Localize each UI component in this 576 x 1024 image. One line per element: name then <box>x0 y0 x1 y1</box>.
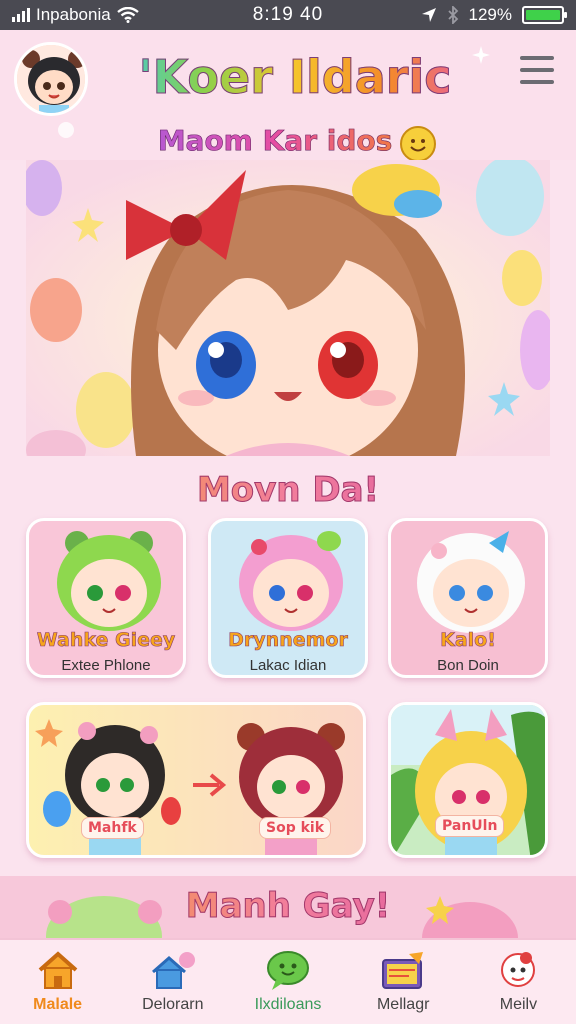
tab-chat[interactable]: Ilxdiloans <box>230 940 345 1024</box>
card-tag-left: Mahfk <box>81 817 144 839</box>
card-subtitle: Lakac Idian <box>249 657 327 674</box>
chat-bubble-icon <box>267 951 309 990</box>
section-title-2: Manh Gay! <box>0 886 576 927</box>
battery-icon <box>522 6 567 24</box>
hero-banner[interactable] <box>26 160 550 456</box>
character-portrait <box>239 531 343 631</box>
bottom-tab-bar: Malale Delorarn Ilxdiloans Mellagr Meilv <box>0 938 576 1024</box>
character-card-1[interactable]: Wahke Gieey Extee Phlone <box>26 518 186 678</box>
card-name: Wahke Gieey <box>36 629 176 652</box>
bubble-dot <box>58 122 74 138</box>
section-title-1: Movn Da! <box>0 470 576 511</box>
battery-percent: 129% <box>468 5 512 24</box>
tab-explore[interactable]: Delorarn <box>115 940 230 1024</box>
character-icon <box>501 952 536 987</box>
sparkle-icon <box>472 46 490 64</box>
tab-label: Malale <box>33 996 83 1013</box>
character-card-3[interactable]: Kalo! Bon Doin <box>388 518 548 678</box>
card-name: Kalo! <box>440 629 496 652</box>
tab-profile[interactable]: Meilv <box>461 940 576 1024</box>
house-chat-icon <box>151 952 195 989</box>
tab-home[interactable]: Malale <box>0 940 115 1024</box>
app-subtitle: Maom Kar idos <box>140 124 410 158</box>
hero-character-illustration <box>26 160 550 456</box>
app-title: 'Koer Ildaric <box>110 50 480 105</box>
tab-label: Ilxdiloans <box>254 996 322 1013</box>
card-tag-right: Sop kik <box>259 817 332 839</box>
character-portrait <box>417 531 525 633</box>
character-card-5[interactable]: PanUln <box>388 702 548 858</box>
card-name: Drynnemor <box>228 629 348 652</box>
status-bar: Inpabonia 8:19 40 129% <box>0 0 576 30</box>
character-card-4[interactable]: Mahfk Sop kik <box>26 702 366 858</box>
card-subtitle: Extee Phlone <box>61 657 151 674</box>
clock: 8:19 40 <box>252 4 324 25</box>
signal-icon <box>12 8 30 22</box>
card-subtitle: Bon Doin <box>437 657 499 674</box>
card-tag: PanUln <box>435 815 505 837</box>
tab-label: Delorarn <box>142 996 204 1013</box>
carrier-label: Inpabonia <box>36 5 111 24</box>
bluetooth-icon <box>447 6 458 24</box>
gift-book-icon <box>382 952 424 989</box>
character-card-2[interactable]: Drynnemor Lakac Idian <box>208 518 368 678</box>
app-header: 'Koer Ildaric Maom Kar idos <box>0 30 576 162</box>
wifi-icon <box>116 7 139 23</box>
home-icon <box>38 951 77 989</box>
user-avatar[interactable] <box>14 42 88 116</box>
location-icon <box>421 8 436 22</box>
character-portrait <box>57 531 161 631</box>
smiley-icon <box>400 126 436 162</box>
tab-label: Mellagr <box>376 996 430 1013</box>
menu-button[interactable] <box>520 56 554 84</box>
tab-label: Meilv <box>499 996 538 1013</box>
tab-messages[interactable]: Mellagr <box>346 940 461 1024</box>
